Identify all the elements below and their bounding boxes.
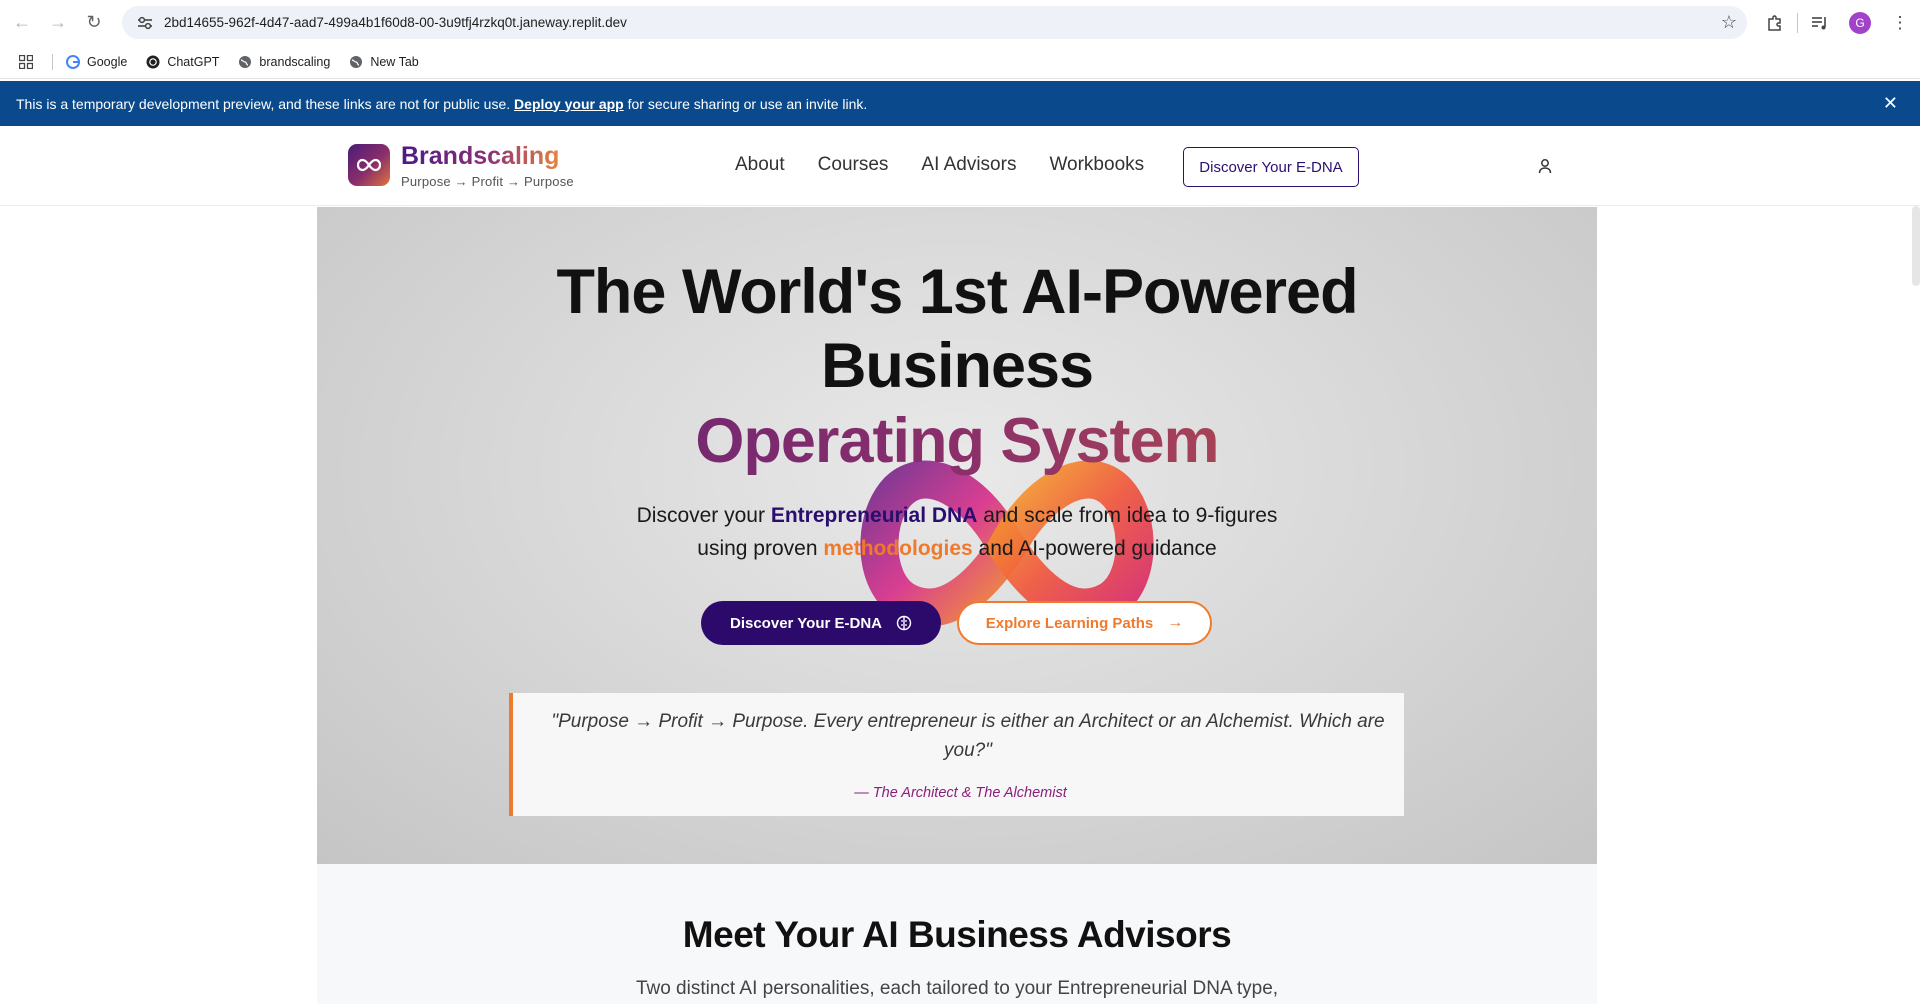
user-icon[interactable] xyxy=(1536,157,1554,175)
nav-courses[interactable]: Courses xyxy=(818,154,889,176)
hero-subtitle-line2: using proven methodologies and AI-powere… xyxy=(697,537,1217,560)
brand-name[interactable]: Brandscaling xyxy=(401,142,559,171)
nav-workbooks[interactable]: Workbooks xyxy=(1049,154,1144,176)
bookmark-google[interactable]: Google xyxy=(65,54,127,70)
address-bar[interactable]: 2bd14655-962f-4d47-aad7-499a4b1f60d8-00-… xyxy=(122,6,1747,39)
hero-subtitle-line1: Discover your Entrepreneurial DNA and sc… xyxy=(636,504,1278,527)
nav-ai-advisors[interactable]: AI Advisors xyxy=(921,154,1016,176)
browser-toolbar: ← → ↻ 2bd14655-962f-4d47-aad7-499a4b1f60… xyxy=(0,0,1920,45)
back-icon[interactable]: ← xyxy=(4,5,40,41)
media-control-icon[interactable] xyxy=(1800,5,1840,41)
advisors-title: Meet Your AI Business Advisors xyxy=(682,914,1232,955)
site-info-icon[interactable] xyxy=(130,16,160,30)
nav-about[interactable]: About xyxy=(735,154,785,176)
quote-text: "Purpose → Profit → Purpose. Every entre… xyxy=(551,711,1385,761)
forward-icon[interactable]: → xyxy=(40,5,76,41)
hero-title-line2: Business xyxy=(820,331,1094,401)
menu-kebab-icon[interactable]: ⋮ xyxy=(1880,5,1920,41)
globe-icon xyxy=(237,54,253,70)
globe-icon xyxy=(348,54,364,70)
discover-edna-header-button[interactable]: Discover Your E-DNA xyxy=(1183,147,1359,187)
extensions-icon[interactable] xyxy=(1755,5,1795,41)
site-header: Brandscaling Purpose → Profit → Purpose … xyxy=(0,126,1920,206)
infinity-icon xyxy=(357,158,381,172)
advisors-section: Meet Your AI Business Advisors Two disti… xyxy=(317,864,1597,1004)
main-nav: About Courses AI Advisors Workbooks xyxy=(735,154,1177,176)
url-text[interactable]: 2bd14655-962f-4d47-aad7-499a4b1f60d8-00-… xyxy=(164,15,627,30)
explore-learning-paths-button[interactable]: Explore Learning Paths → xyxy=(957,601,1212,645)
bookmark-new-tab[interactable]: New Tab xyxy=(348,54,419,70)
quote-block: "Purpose → Profit → Purpose. Every entre… xyxy=(509,693,1404,816)
google-icon xyxy=(65,54,81,70)
reload-icon[interactable]: ↻ xyxy=(76,5,112,41)
hero-title-line1: The World's 1st AI-Powered xyxy=(556,257,1358,327)
bookmark-brandscaling[interactable]: brandscaling xyxy=(237,54,330,70)
dev-preview-banner: This is a temporary development preview,… xyxy=(0,81,1920,126)
close-icon[interactable]: ✕ xyxy=(1883,93,1898,114)
chatgpt-icon xyxy=(145,54,161,70)
bookmarks-bar: Google ChatGPT brandscaling New Tab xyxy=(0,45,1920,79)
brand-logo[interactable] xyxy=(348,144,390,186)
profile-avatar[interactable]: G xyxy=(1840,5,1880,41)
entrepreneurial-dna-highlight: Entrepreneurial DNA xyxy=(770,504,978,527)
methodologies-highlight: methodologies xyxy=(823,537,973,560)
hero-section: The World's 1st AI-Powered Business Oper… xyxy=(317,207,1597,864)
brand-tagline: Purpose → Profit → Purpose xyxy=(401,174,574,189)
discover-edna-button[interactable]: Discover Your E-DNA xyxy=(701,601,941,645)
banner-message: This is a temporary development preview,… xyxy=(16,95,868,112)
bookmark-chatgpt[interactable]: ChatGPT xyxy=(145,54,219,70)
page-scrollbar[interactable] xyxy=(1912,206,1920,286)
apps-grid-icon[interactable] xyxy=(14,54,38,69)
hero-title-line3: Operating System xyxy=(317,404,1597,478)
arrow-right-icon: → xyxy=(1167,614,1184,631)
quote-author: — The Architect & The Alchemist xyxy=(854,785,1067,801)
bookmark-star-icon[interactable]: ☆ xyxy=(1721,12,1737,33)
deploy-app-link[interactable]: Deploy your app xyxy=(514,96,624,112)
brain-icon xyxy=(896,615,912,631)
